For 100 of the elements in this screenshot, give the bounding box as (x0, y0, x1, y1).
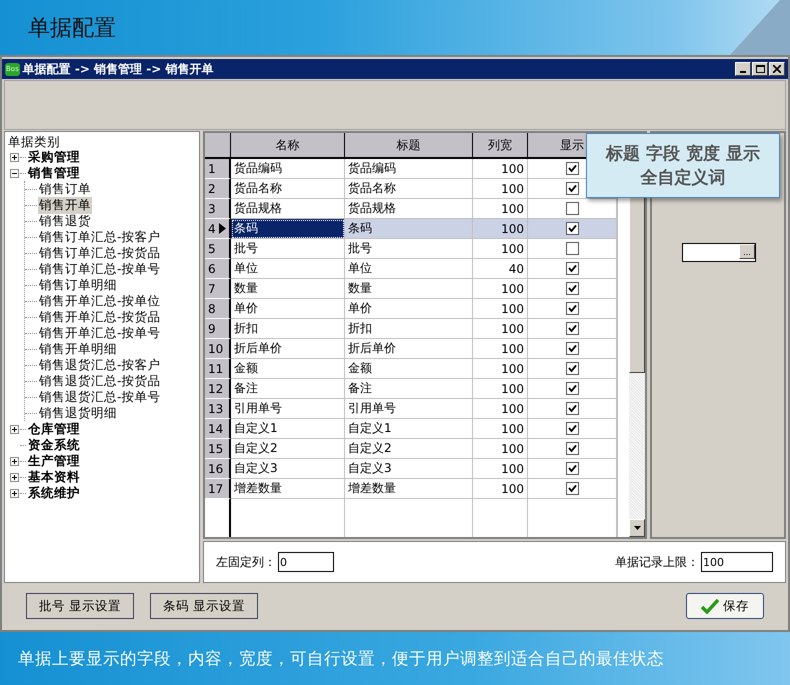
tree-item[interactable]: 销售开单汇总-按货品 (38, 308, 162, 326)
expand-icon[interactable] (10, 472, 18, 482)
table-cell: 100 (473, 379, 528, 399)
maximize-icon (756, 65, 764, 73)
tree-item[interactable]: 仓库管理 (27, 420, 81, 438)
checkbox[interactable] (566, 342, 578, 355)
tree-item[interactable]: 采购管理 (27, 148, 81, 166)
table-cell: 折扣 (231, 319, 345, 339)
collapse-icon[interactable] (10, 168, 18, 178)
checkbox[interactable] (566, 422, 578, 435)
save-button[interactable]: 保存 (686, 593, 764, 619)
settings-button[interactable]: 批号 显示设置 (26, 593, 134, 619)
row-number: 12 (205, 379, 231, 399)
column-header[interactable]: 标题 (345, 133, 473, 159)
field-label: 左固定列： (216, 554, 276, 570)
tree-item[interactable]: 销售退货汇总-按货品 (38, 372, 162, 390)
tree-item[interactable]: 销售订单汇总-按单号 (38, 260, 162, 278)
checkbox[interactable] (566, 162, 578, 175)
checkbox[interactable] (566, 202, 578, 215)
table-cell: 自定义2 (231, 439, 345, 459)
expand-icon[interactable] (10, 488, 18, 498)
tree-item[interactable]: 生产管理 (27, 452, 81, 470)
tree-item[interactable]: 销售开单汇总-按单位 (38, 292, 162, 310)
table-cell: 单位 (345, 259, 473, 279)
checkbox[interactable] (566, 282, 578, 295)
checkbox[interactable] (566, 262, 578, 275)
close-button[interactable] (769, 62, 785, 76)
table-cell: 100 (473, 339, 528, 359)
field-label: 单据记录上限： (615, 554, 699, 570)
tree-item[interactable]: 系统维护 (27, 484, 81, 502)
minimize-button[interactable] (735, 62, 751, 76)
maximize-button[interactable] (752, 62, 768, 76)
tree-item[interactable]: 销售开单明细 (38, 340, 118, 358)
tree-item[interactable]: 销售退货明细 (38, 404, 118, 422)
tree-item[interactable]: 销售订单明细 (38, 276, 118, 294)
table-cell: 100 (473, 319, 528, 339)
table-cell: 自定义2 (345, 439, 473, 459)
expand-icon[interactable] (10, 152, 18, 162)
row-number: 17 (205, 479, 231, 499)
table-cell: 引用单号 (231, 399, 345, 419)
checkbox[interactable] (566, 242, 578, 255)
table-cell: 引用单号 (345, 399, 473, 419)
tree-item[interactable]: 销售退货汇总-按单号 (38, 388, 162, 406)
tree-item[interactable]: 销售订单汇总-按客户 (38, 228, 162, 246)
table-cell: 增差数量 (345, 479, 473, 499)
table-cell: 金额 (231, 359, 345, 379)
expand-icon[interactable] (10, 424, 18, 434)
checkbox[interactable] (566, 462, 578, 475)
table-cell: 货品名称 (345, 179, 473, 199)
table-cell: 40 (473, 259, 528, 279)
settings-button[interactable]: 条码 显示设置 (150, 593, 258, 619)
row-number: 10 (205, 339, 231, 359)
checkbox[interactable] (566, 442, 578, 455)
current-row-icon (219, 223, 226, 234)
checkbox[interactable] (566, 482, 578, 495)
checkbox[interactable] (566, 302, 578, 315)
browse-button[interactable]: ... (739, 244, 755, 259)
tree-item[interactable]: 销售订单 (38, 180, 92, 198)
input-field[interactable]: 0 (278, 552, 334, 572)
tree-item[interactable]: 销售开单 (38, 196, 92, 214)
callout-text: 全自定义词 (640, 166, 726, 190)
tree-item[interactable]: 销售开单汇总-按单号 (38, 324, 162, 342)
table-cell: 货品编码 (345, 159, 473, 179)
tree-root[interactable]: 单据类别 (8, 134, 196, 149)
tree-item[interactable]: 销售管理 (27, 164, 81, 182)
down-arrow-icon (634, 526, 641, 530)
table-cell: 100 (473, 159, 528, 179)
checkbox[interactable] (566, 362, 578, 375)
table-cell: 批号 (345, 239, 473, 259)
expand-icon[interactable] (10, 456, 18, 466)
picker-field[interactable]: ... (682, 243, 756, 262)
table-cell: 批号 (231, 239, 345, 259)
input-field[interactable]: 100 (701, 552, 773, 572)
table-cell: 100 (473, 479, 528, 499)
table-cell: 100 (473, 399, 528, 419)
tree-item[interactable]: 基本资料 (27, 468, 81, 486)
tree-item[interactable]: 销售订单汇总-按货品 (38, 244, 162, 262)
checkbox[interactable] (566, 382, 578, 395)
checkbox[interactable] (566, 402, 578, 415)
column-header[interactable]: 名称 (231, 133, 345, 159)
tree-item[interactable]: 销售退货 (38, 212, 92, 230)
row-number: 9 (205, 319, 231, 339)
row-number: 1 (205, 159, 231, 179)
tree-item[interactable]: 销售退货汇总-按客户 (38, 356, 162, 374)
tree-item[interactable]: 资金系统 (27, 436, 81, 454)
table-cell: 条码 (231, 219, 345, 239)
checkbox[interactable] (566, 182, 578, 195)
row-number: 13 (205, 399, 231, 419)
row-number: 7 (205, 279, 231, 299)
table-cell: 单位 (231, 259, 345, 279)
column-header[interactable]: 列宽 (473, 133, 528, 159)
row-number: 3 (205, 199, 231, 219)
checkbox[interactable] (566, 322, 578, 335)
checkmark-icon (701, 598, 719, 614)
table-cell: 100 (473, 459, 528, 479)
table-cell: 数量 (345, 279, 473, 299)
table-cell: 100 (473, 439, 528, 459)
checkbox[interactable] (566, 222, 578, 235)
table-cell: 条码 (345, 219, 473, 239)
table-cell: 折后单价 (231, 339, 345, 359)
